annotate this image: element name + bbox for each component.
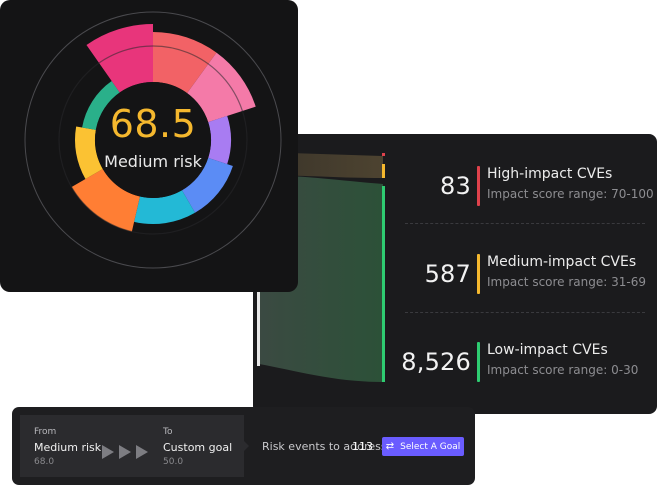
- row-divider: [405, 312, 645, 313]
- row-divider: [405, 223, 645, 224]
- to-score: 50.0: [163, 457, 184, 467]
- cve-count: 8,526: [401, 348, 471, 376]
- risk-score-value: 68.5: [109, 102, 197, 146]
- risk-donut-chart: [24, 11, 282, 269]
- cve-count: 587: [424, 260, 471, 288]
- risk-segment-9: [86, 24, 153, 93]
- cve-impact-panel: 83 High-impact CVEs Impact score range: …: [253, 134, 657, 414]
- from-label: From: [34, 427, 57, 437]
- impact-color-bar: [477, 166, 480, 206]
- high-node: [382, 153, 385, 156]
- cve-title: Low-impact CVEs: [487, 342, 608, 358]
- arrow-right-icon: [136, 445, 148, 459]
- low-node: [382, 186, 385, 382]
- goal-range-panel: From Medium risk 68.0 To Custom goal 50.…: [20, 415, 244, 477]
- swap-arrows-icon: ⇄: [385, 440, 395, 452]
- cve-count: 83: [440, 172, 471, 200]
- cve-title: High-impact CVEs: [487, 166, 613, 182]
- arrow-right-icon: [102, 445, 114, 459]
- risk-score-card: 68.5 Medium risk: [0, 0, 298, 292]
- select-goal-label: Select A Goal: [400, 441, 461, 452]
- risk-goal-bar: From Medium risk 68.0 To Custom goal 50.…: [12, 407, 475, 485]
- cve-row-medium: 587 Medium-impact CVEs Impact score rang…: [391, 244, 647, 314]
- cve-range: Impact score range: 70-100: [487, 187, 654, 201]
- to-label: To: [163, 427, 173, 437]
- select-goal-button[interactable]: ⇄ Select A Goal: [382, 437, 464, 456]
- arrow-right-icon: [119, 445, 131, 459]
- cve-range: Impact score range: 31-69: [487, 275, 646, 289]
- to-value: Custom goal: [163, 441, 233, 454]
- medium-node: [382, 164, 385, 178]
- impact-color-bar: [477, 342, 480, 382]
- cve-range: Impact score range: 0-30: [487, 363, 639, 377]
- cve-title: Medium-impact CVEs: [487, 254, 637, 270]
- from-score: 68.0: [34, 457, 55, 467]
- cve-row-high: 83 High-impact CVEs Impact score range: …: [391, 156, 654, 226]
- panel-pointer: [244, 441, 249, 451]
- source-node: [257, 284, 260, 366]
- impact-color-bar: [477, 254, 480, 294]
- risk-events-count: 113: [352, 440, 373, 453]
- from-value: Medium risk: [34, 441, 102, 454]
- cve-row-low: 8,526 Low-impact CVEs Impact score range…: [391, 332, 647, 402]
- risk-level-label: Medium risk: [104, 152, 202, 171]
